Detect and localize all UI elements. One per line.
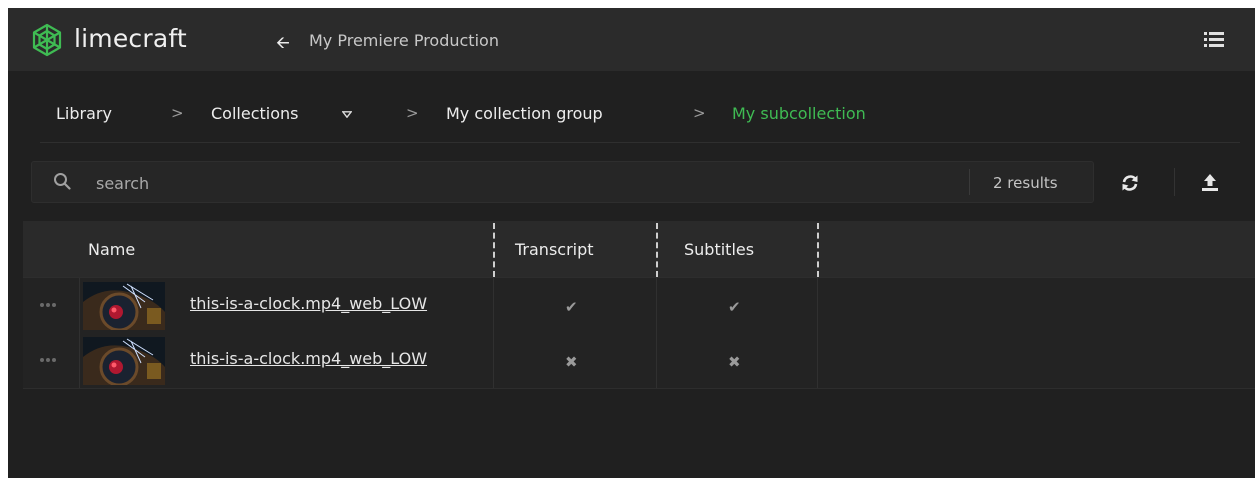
column-resize-handle[interactable]	[493, 223, 495, 277]
breadcrumb-collections[interactable]: Collections	[211, 104, 298, 123]
search-icon	[54, 173, 71, 190]
results-count: 2 results	[993, 174, 1058, 192]
column-header-transcript[interactable]: Transcript	[515, 240, 594, 259]
search-divider	[969, 169, 970, 195]
table-header: Name Transcript Subtitles	[23, 221, 1255, 277]
cell-divider	[79, 333, 80, 388]
row-menu-icon[interactable]	[40, 303, 60, 309]
breadcrumb-library[interactable]: Library	[56, 104, 112, 123]
arrow-left-icon[interactable]: 🡨	[276, 30, 290, 59]
cell-divider	[656, 278, 657, 333]
breadcrumb-separator: >	[406, 104, 419, 122]
table-row[interactable]: this-is-a-clock.mp4_web_LOW ✔ ✔	[23, 277, 1255, 334]
table-row[interactable]: this-is-a-clock.mp4_web_LOW ✖ ✖	[23, 333, 1255, 389]
breadcrumb-subcollection[interactable]: My subcollection	[732, 104, 866, 123]
column-resize-handle[interactable]	[817, 223, 819, 277]
logo-wordmark[interactable]: limecraft	[74, 24, 187, 53]
cell-divider	[493, 333, 494, 388]
checkmark-icon: ✔	[565, 298, 578, 316]
breadcrumb: Library > Collections > My collection gr…	[8, 71, 1255, 143]
refresh-icon[interactable]	[1121, 174, 1139, 192]
top-bar: limecraft 🡨 My Premiere Production	[8, 8, 1255, 71]
column-resize-handle[interactable]	[656, 223, 658, 277]
file-name-link[interactable]: this-is-a-clock.mp4_web_LOW	[190, 294, 490, 313]
caret-down-icon[interactable]	[342, 111, 352, 118]
breadcrumb-divider	[40, 142, 1240, 143]
breadcrumb-separator: >	[171, 104, 184, 122]
row-menu-icon[interactable]	[40, 358, 60, 364]
list-view-icon[interactable]	[1204, 32, 1224, 48]
column-header-subtitles[interactable]: Subtitles	[684, 240, 754, 259]
video-thumbnail[interactable]	[83, 282, 165, 330]
cross-icon: ✖	[565, 353, 578, 371]
search-bar: 2 results	[31, 161, 1094, 203]
file-name-link[interactable]: this-is-a-clock.mp4_web_LOW	[190, 349, 490, 368]
breadcrumb-separator: >	[693, 104, 706, 122]
app-window: limecraft 🡨 My Premiere Production Libra…	[8, 8, 1255, 478]
cell-divider	[493, 278, 494, 333]
cell-divider	[656, 333, 657, 388]
cross-icon: ✖	[728, 353, 741, 371]
cell-divider	[817, 333, 818, 388]
upload-icon[interactable]	[1201, 173, 1219, 192]
limecraft-logo-icon[interactable]	[31, 23, 63, 57]
checkmark-icon: ✔	[728, 298, 741, 316]
search-input[interactable]	[94, 167, 948, 199]
video-thumbnail[interactable]	[83, 337, 165, 385]
cell-divider	[817, 278, 818, 333]
column-header-name[interactable]: Name	[88, 240, 135, 259]
breadcrumb-collection-group[interactable]: My collection group	[446, 104, 603, 123]
project-title[interactable]: My Premiere Production	[309, 31, 499, 50]
toolbar-divider	[1174, 168, 1175, 196]
cell-divider	[79, 278, 80, 333]
